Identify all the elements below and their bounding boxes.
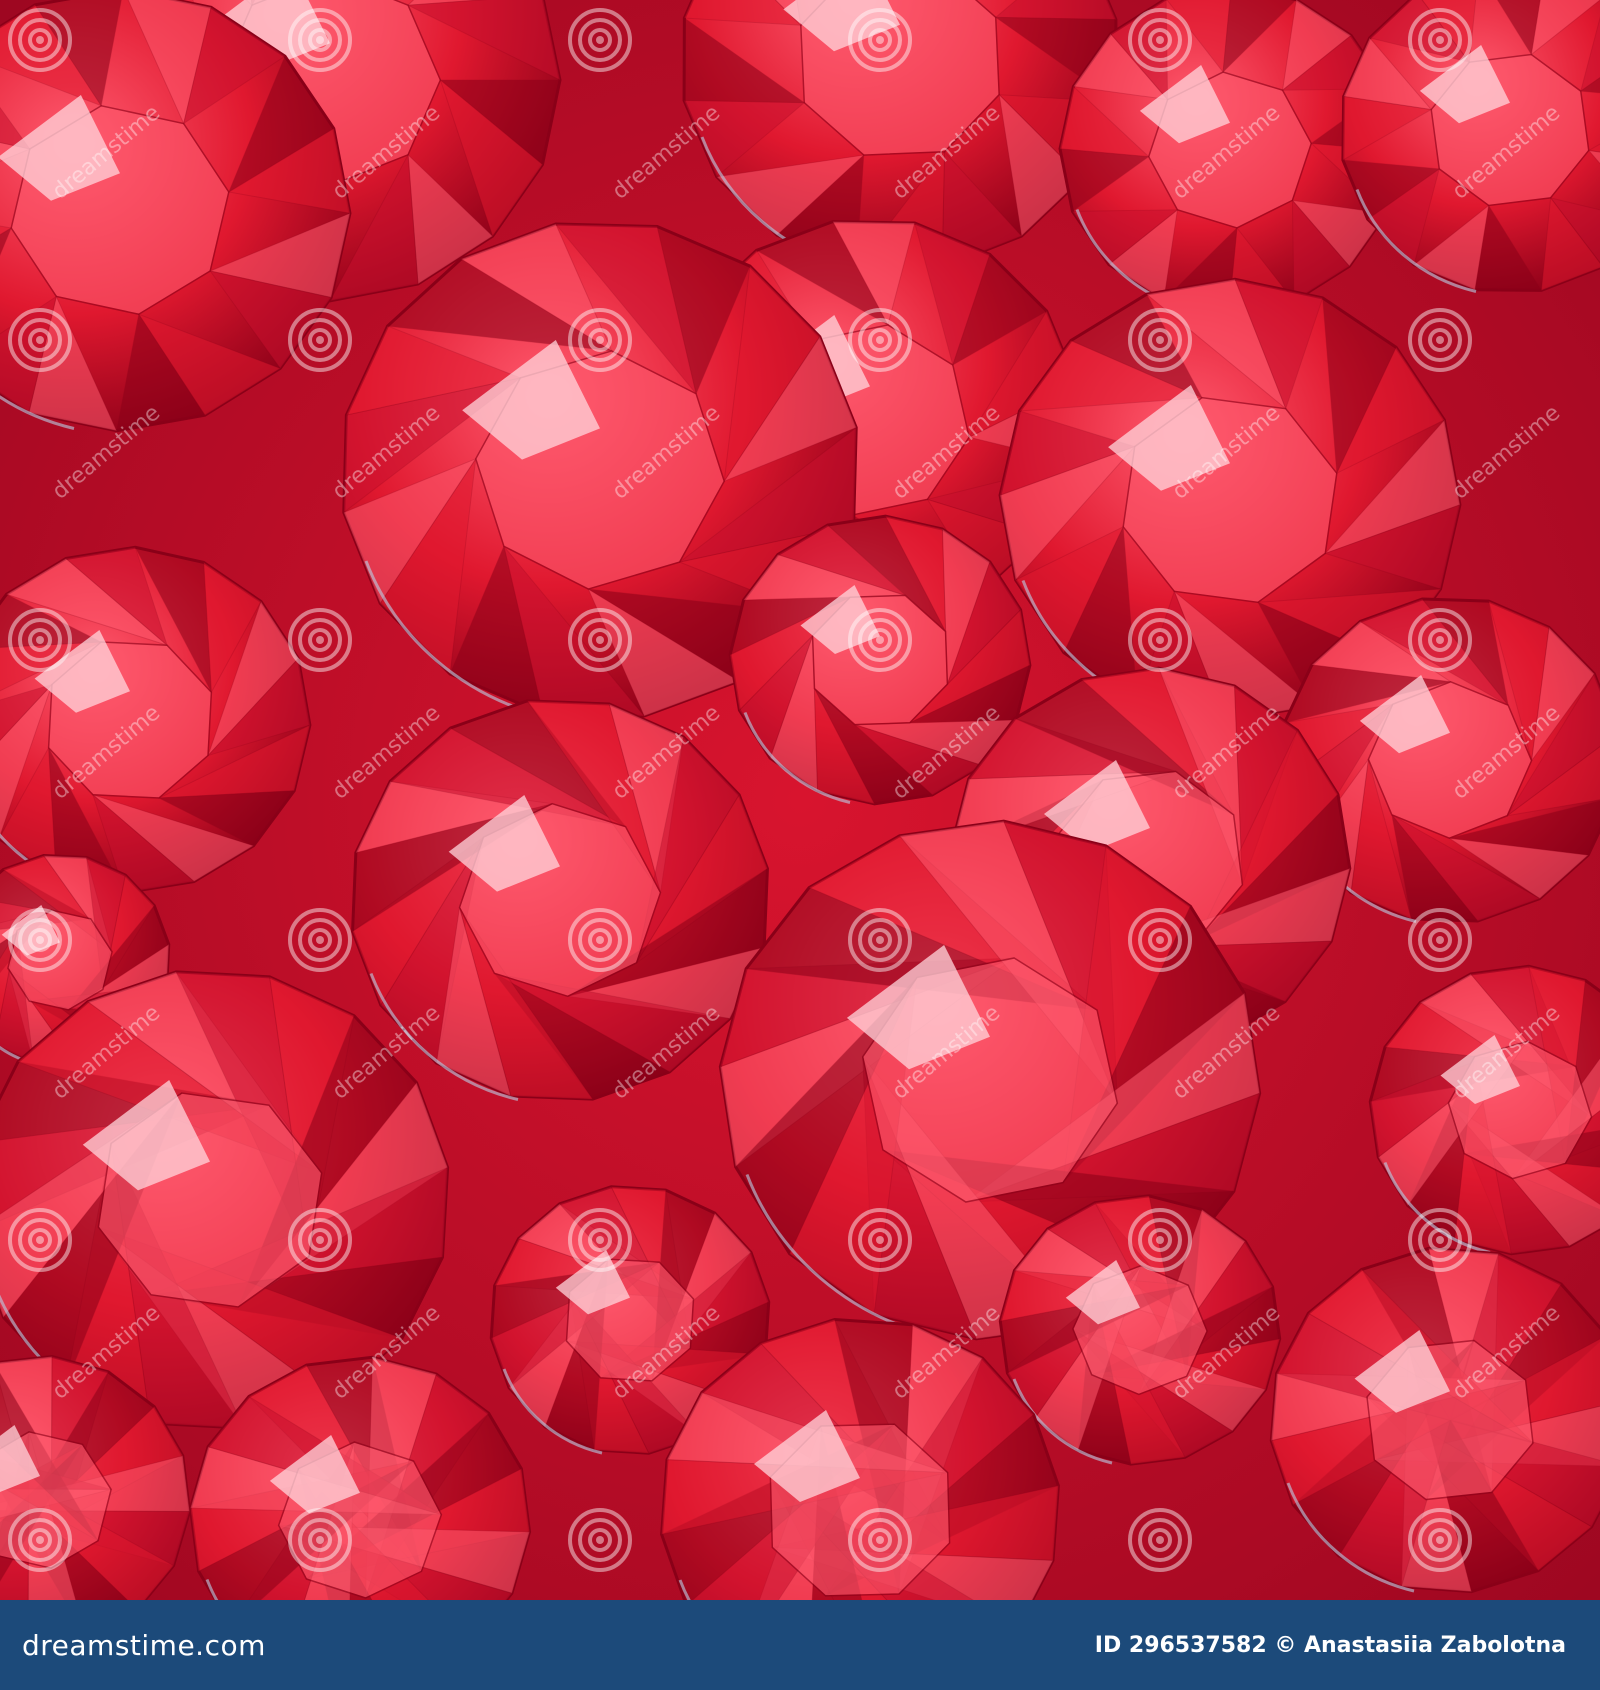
footer-bar: dreamstime.com ID 296537582 © Anastasiia…	[0, 1600, 1600, 1690]
gemstone	[351, 699, 769, 1101]
image-credit: ID 296537582 © Anastasiia Zabolotna	[1094, 1632, 1566, 1658]
brand-name[interactable]: dreamstime.com	[22, 1629, 266, 1662]
red-gemstones-image: dreamstime dreamstime dreamstime dreamstime…	[0, 0, 1600, 1600]
gemstone-illustration	[0, 0, 1600, 1600]
stock-photo-page: dreamstime dreamstime dreamstime dreamstime…	[0, 0, 1600, 1690]
gemstone	[998, 1194, 1282, 1466]
